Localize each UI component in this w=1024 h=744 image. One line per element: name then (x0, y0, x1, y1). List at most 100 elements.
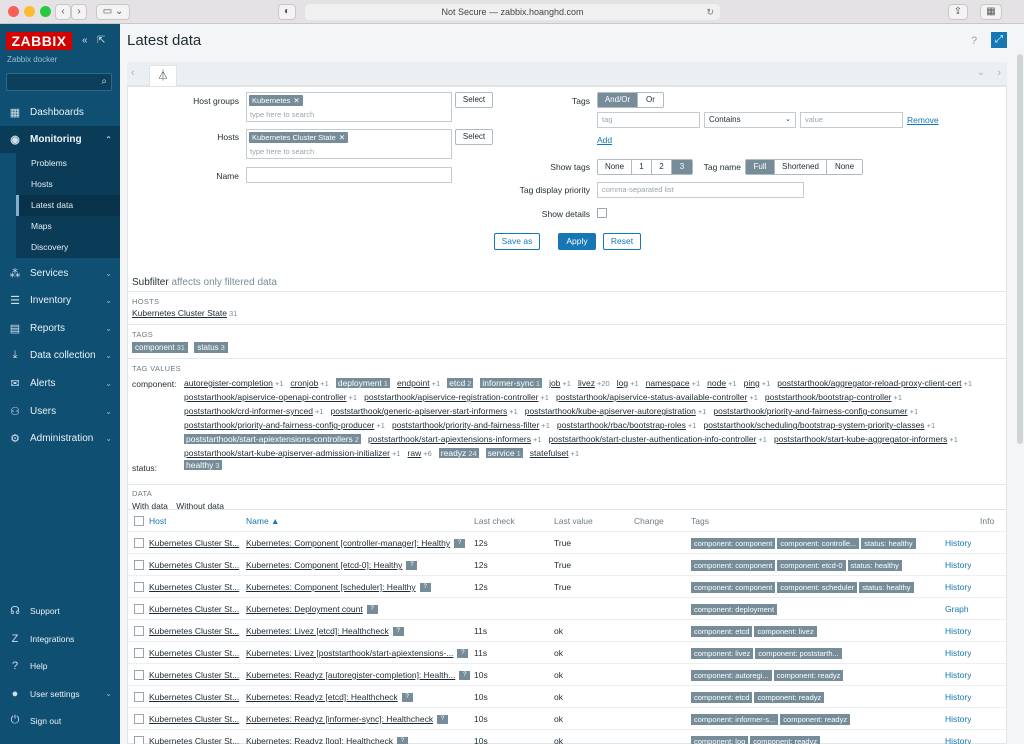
nav-dashboards[interactable]: ▦ Dashboards (0, 99, 120, 126)
row-item-name[interactable]: Kubernetes: Readyz [etcd]: Healthcheck? (246, 686, 471, 708)
row-history-link[interactable]: Graph (945, 598, 969, 620)
row-tag[interactable]: component: etcd (691, 626, 753, 638)
row-host[interactable]: Kubernetes Cluster St... (149, 554, 244, 576)
tag-value-item[interactable]: informer-sync 1 (480, 378, 543, 388)
row-tag[interactable]: component: scheduler (777, 582, 858, 594)
tag-subfilter-component[interactable]: component 31 (132, 342, 188, 353)
row-checkbox[interactable] (134, 714, 144, 724)
show-tags-2[interactable]: 2 (652, 160, 672, 174)
row-item-name[interactable]: Kubernetes: Livez [poststarthook/start-a… (246, 642, 471, 664)
tab-overview-icon[interactable]: ▦ (980, 4, 1002, 20)
row-checkbox[interactable] (134, 604, 144, 614)
row-tag[interactable]: status: healthy (859, 582, 914, 594)
tag-subfilter-status[interactable]: status 3 (194, 342, 228, 353)
row-tag[interactable]: component: etcd-0 (777, 560, 846, 572)
subnav-discovery[interactable]: Discovery (16, 237, 120, 258)
tag-value-item[interactable]: etcd 2 (447, 378, 474, 388)
tag-value-item[interactable]: poststarthook/priority-and-fairness-conf… (713, 406, 918, 416)
host-column-header[interactable]: Host (149, 510, 166, 532)
nav-sign-out[interactable]: ⏻ Sign out (0, 707, 120, 734)
tag-input[interactable]: tag (597, 112, 700, 128)
tag-value-item[interactable]: endpoint +1 (397, 378, 440, 388)
show-details-checkbox[interactable] (597, 208, 607, 218)
search-icon[interactable]: ⌕ (101, 76, 107, 87)
nav-administration[interactable]: ⚙ Administration ⌄ (0, 425, 120, 452)
filter-tab[interactable]: ⏃ (149, 65, 177, 86)
nav-data-collection[interactable]: ⤓ Data collection ⌄ (0, 342, 120, 369)
remove-chip-icon[interactable]: ✕ (339, 133, 345, 142)
tag-value-item[interactable]: poststarthook/start-cluster-authenticati… (549, 434, 767, 444)
row-host[interactable]: Kubernetes Cluster St... (149, 642, 244, 664)
tag-value-item[interactable]: autoregister-completion +1 (184, 378, 283, 388)
row-host[interactable]: Kubernetes Cluster St... (149, 686, 244, 708)
row-checkbox[interactable] (134, 582, 144, 592)
nav-users[interactable]: ⚇ Users ⌄ (0, 398, 120, 425)
row-tag[interactable]: component: component (691, 538, 776, 550)
row-history-link[interactable]: History (945, 554, 971, 576)
select-all-checkbox[interactable] (134, 516, 144, 526)
host-groups-multiselect[interactable]: Kubernetes ✕ type here to search (246, 92, 452, 122)
zoom-window-button[interactable] (40, 6, 51, 17)
subnav-problems[interactable]: Problems (16, 153, 120, 174)
tag-value-item[interactable]: poststarthook/start-kube-aggregator-info… (774, 434, 958, 444)
row-history-link[interactable]: History (945, 730, 971, 744)
row-host[interactable]: Kubernetes Cluster St... (149, 598, 244, 620)
tag-value-input[interactable]: value (800, 112, 903, 128)
row-item-name[interactable]: Kubernetes: Component [scheduler]: Healt… (246, 576, 471, 598)
tag-value-healthy[interactable]: healthy 3 (184, 460, 222, 470)
reset-button[interactable]: Reset (603, 233, 641, 250)
and-or-option[interactable]: And/Or (598, 93, 638, 107)
tag-operator-select[interactable]: Contains ⌄ (704, 112, 796, 128)
row-history-link[interactable]: History (945, 532, 971, 554)
tag-value-item[interactable]: poststarthook/bootstrap-controller +1 (765, 392, 902, 402)
host-subfilter-item[interactable]: Kubernetes Cluster State 31 (132, 308, 237, 318)
row-host[interactable]: Kubernetes Cluster St... (149, 730, 244, 744)
tag-name-shortened[interactable]: Shortened (775, 160, 827, 174)
tag-value-item[interactable]: service 1 (485, 448, 523, 458)
nav-integrations[interactable]: Z Integrations (0, 625, 120, 652)
tag-value-item[interactable]: poststarthook/priority-and-fairness-filt… (392, 420, 550, 430)
show-tags-1[interactable]: 1 (632, 160, 652, 174)
show-tags-toggle[interactable]: None 1 2 3 (597, 159, 693, 175)
add-tag-link[interactable]: Add (597, 135, 612, 145)
item-config-icon[interactable]: ? (419, 583, 431, 593)
sidebar-search-input[interactable]: ⌕ (6, 73, 112, 91)
row-tag[interactable]: component: deployment (691, 604, 778, 616)
tag-value-item[interactable]: poststarthook/start-apiextensions-inform… (368, 434, 542, 444)
item-config-icon[interactable]: ? (454, 539, 466, 549)
row-tag[interactable]: status: healthy (847, 560, 902, 572)
tag-value-item[interactable]: log +1 (617, 378, 639, 388)
item-config-icon[interactable]: ? (366, 605, 378, 615)
row-checkbox[interactable] (134, 736, 144, 744)
tag-value-item[interactable]: poststarthook/rbac/bootstrap-roles +1 (557, 420, 697, 430)
subnav-hosts[interactable]: Hosts (16, 174, 120, 195)
item-config-icon[interactable]: ? (401, 693, 413, 703)
row-history-link[interactable]: History (945, 686, 971, 708)
tag-value-item[interactable]: raw +6 (408, 448, 432, 458)
row-tag[interactable]: component: readyz (773, 670, 844, 682)
minimize-window-button[interactable] (24, 6, 35, 17)
tag-value-item[interactable]: livez +20 (578, 378, 610, 388)
row-checkbox[interactable] (134, 560, 144, 570)
row-tag[interactable]: component: etcd (691, 692, 753, 704)
or-option[interactable]: Or (638, 93, 663, 107)
row-checkbox[interactable] (134, 670, 144, 680)
page-scrollbar[interactable] (1017, 54, 1023, 444)
tag-name-toggle[interactable]: Full Shortened None (745, 159, 863, 175)
row-item-name[interactable]: Kubernetes: Livez [etcd]: Healthcheck? (246, 620, 471, 642)
host-groups-select-button[interactable]: Select (455, 92, 493, 108)
row-tag[interactable]: component: readyz (754, 692, 825, 704)
tag-value-item[interactable]: poststarthook/priority-and-fairness-conf… (184, 420, 385, 430)
address-bar[interactable]: Not Secure — zabbix.hoanghd.com ↻ (305, 4, 720, 20)
row-tag[interactable]: component: component (691, 560, 776, 572)
nav-user-settings[interactable]: ● User settings ⌄ (0, 680, 120, 707)
privacy-shield-icon[interactable]: ◐ (278, 4, 296, 20)
row-tag[interactable]: component: livez (754, 626, 817, 638)
row-host[interactable]: Kubernetes Cluster St... (149, 664, 244, 686)
share-icon[interactable]: ⇪ (948, 4, 968, 20)
nav-monitoring[interactable]: ◉ Monitoring ⌃ (0, 126, 120, 153)
row-tag[interactable]: component: poststarth... (755, 648, 842, 660)
row-checkbox[interactable] (134, 538, 144, 548)
forward-icon[interactable]: › (71, 4, 87, 20)
item-config-icon[interactable]: ? (437, 715, 449, 725)
